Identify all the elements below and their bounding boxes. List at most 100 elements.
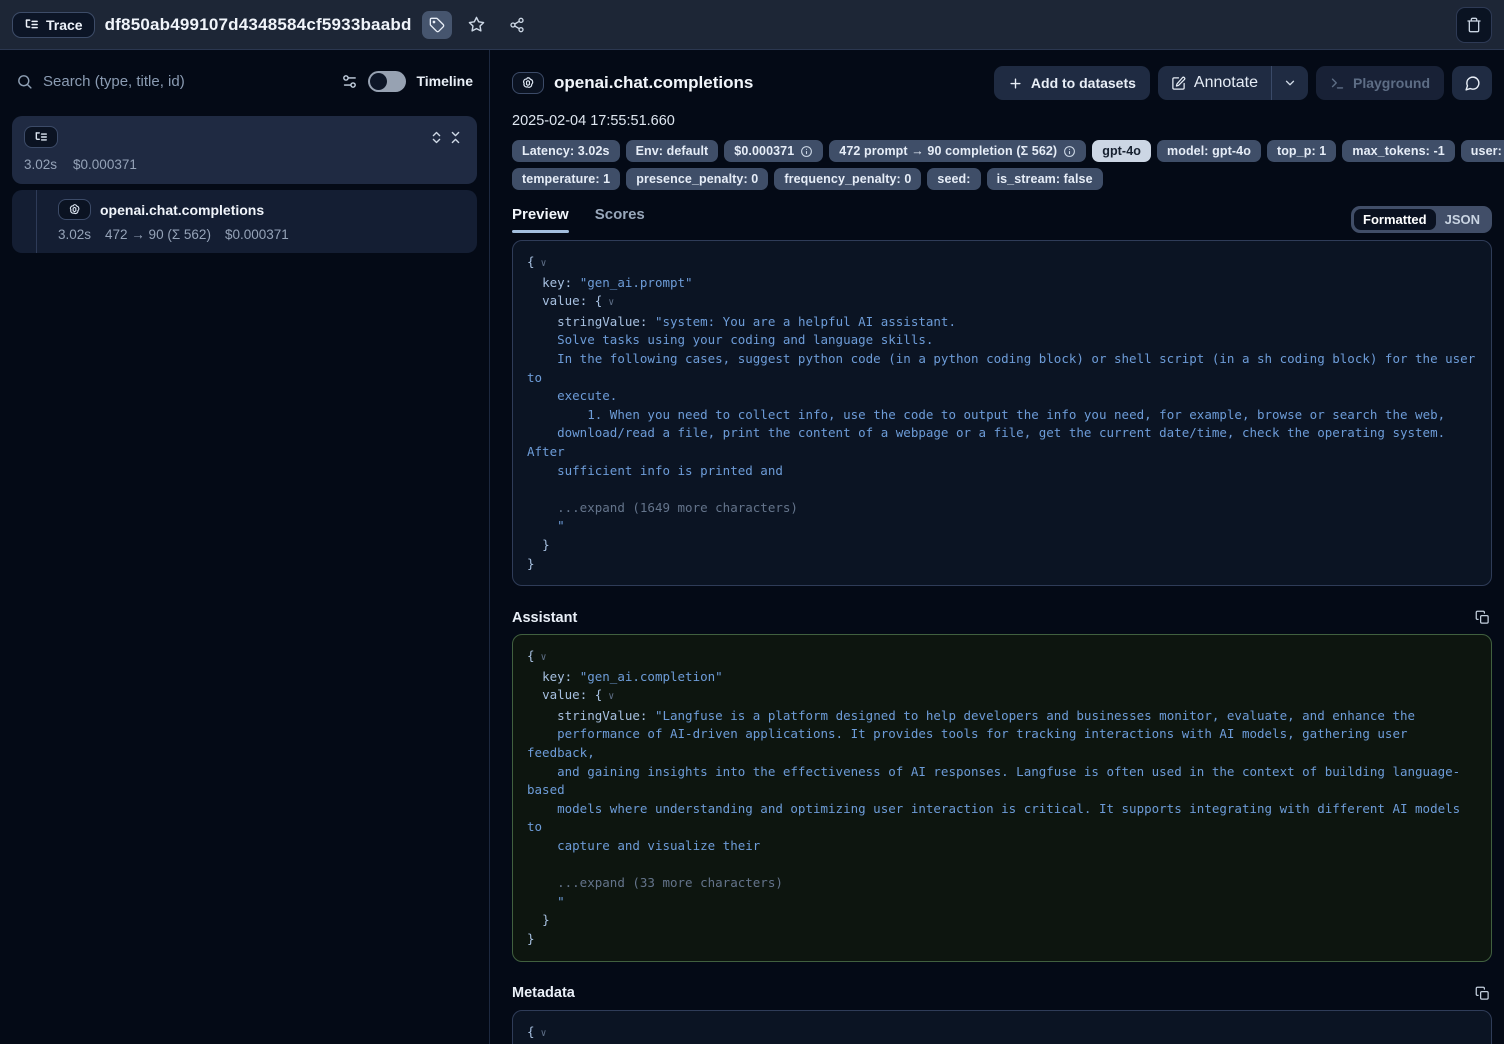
observation-detail-panel: openai.chat.completions Add to datasets … bbox=[490, 50, 1504, 1044]
delete-trace-button[interactable] bbox=[1456, 7, 1492, 43]
seed-badge: seed: bbox=[927, 168, 980, 190]
is-stream-badge: is_stream: false bbox=[987, 168, 1103, 190]
trace-metrics: 3.02s $0.000371 bbox=[24, 157, 465, 172]
toggle-knob bbox=[370, 73, 387, 90]
json-option[interactable]: JSON bbox=[1436, 209, 1489, 230]
model-param-badge: model: gpt-4o bbox=[1157, 140, 1261, 162]
tab-scores[interactable]: Scores bbox=[595, 206, 645, 233]
metadata-section-title: Metadata bbox=[512, 985, 575, 1001]
observation-tokens: 472 → 90 (Σ 562) bbox=[105, 227, 211, 242]
observation-duration: 3.02s bbox=[58, 227, 91, 242]
chevron-down-icon bbox=[1283, 76, 1297, 90]
list-tree-icon bbox=[34, 130, 48, 144]
metadata-section-header: Metadata bbox=[512, 984, 1492, 1003]
star-button[interactable] bbox=[462, 11, 492, 39]
expand-all-button[interactable] bbox=[427, 128, 446, 147]
playground-label: Playground bbox=[1353, 75, 1430, 91]
metrics-badges: Latency: 3.02s Env: default $0.000371 47… bbox=[512, 140, 1504, 190]
frequency-penalty-badge: frequency_penalty: 0 bbox=[774, 168, 921, 190]
temperature-badge: temperature: 1 bbox=[512, 168, 620, 190]
list-tree-icon bbox=[24, 17, 39, 32]
trace-node-badge bbox=[24, 126, 58, 148]
filter-settings-button[interactable] bbox=[341, 73, 358, 90]
trace-tree-root[interactable]: 3.02s $0.000371 bbox=[12, 116, 477, 184]
annotate-button-group: Annotate bbox=[1158, 66, 1308, 100]
trace-type-label: Trace bbox=[46, 17, 83, 33]
tree-item-observation[interactable]: openai.chat.completions 3.02s 472 → 90 (… bbox=[12, 190, 477, 253]
expand-link[interactable]: ...expand (33 more characters) bbox=[527, 875, 783, 890]
search-row: Timeline bbox=[12, 64, 477, 98]
assistant-section-header: Assistant bbox=[512, 608, 1492, 627]
timeline-label: Timeline bbox=[416, 73, 473, 89]
copy-assistant-button[interactable] bbox=[1473, 608, 1492, 627]
info-icon bbox=[1063, 145, 1076, 158]
formatted-option[interactable]: Formatted bbox=[1354, 209, 1436, 230]
trace-type-badge: Trace bbox=[12, 12, 95, 38]
trace-duration: 3.02s bbox=[24, 157, 57, 172]
trace-id: df850ab499107d4348584cf5933baabd bbox=[105, 15, 412, 35]
sliders-icon bbox=[341, 73, 358, 90]
latency-badge: Latency: 3.02s bbox=[512, 140, 620, 162]
search-icon bbox=[16, 73, 33, 90]
top-bar: Trace df850ab499107d4348584cf5933baabd bbox=[0, 0, 1504, 50]
tab-preview[interactable]: Preview bbox=[512, 206, 569, 233]
observation-cost: $0.000371 bbox=[225, 227, 289, 242]
timeline-toggle[interactable] bbox=[368, 71, 406, 92]
annotate-button[interactable]: Annotate bbox=[1158, 66, 1271, 100]
share-button[interactable] bbox=[502, 11, 532, 39]
observation-header: openai.chat.completions Add to datasets … bbox=[512, 66, 1492, 100]
model-link-badge[interactable]: gpt-4o bbox=[1092, 140, 1151, 162]
trace-cost: $0.000371 bbox=[73, 157, 137, 172]
tokens-badge[interactable]: 472 prompt → 90 completion (Σ 562) bbox=[829, 140, 1086, 162]
observation-timestamp: 2025-02-04 17:55:51.660 bbox=[512, 113, 1492, 129]
tag-button[interactable] bbox=[422, 11, 452, 39]
active-tab-indicator bbox=[512, 230, 569, 233]
cost-badge[interactable]: $0.000371 bbox=[724, 140, 823, 162]
trash-icon bbox=[1466, 17, 1482, 33]
json-viewer-completion: { ∨ key: "gen_ai.completion" value: { ∨ … bbox=[512, 634, 1492, 962]
top-p-badge: top_p: 1 bbox=[1267, 140, 1336, 162]
observation-metrics: 3.02s 472 → 90 (Σ 562) $0.000371 bbox=[58, 227, 465, 242]
json-viewer-metadata: { ∨ attributes: {...} 21 Items resourceA… bbox=[512, 1010, 1492, 1044]
info-icon bbox=[800, 145, 813, 158]
generation-badge bbox=[512, 72, 544, 94]
terminal-icon bbox=[1330, 76, 1345, 91]
page-title: openai.chat.completions bbox=[554, 73, 753, 93]
copy-icon bbox=[1475, 610, 1490, 625]
annotate-label: Annotate bbox=[1194, 74, 1258, 92]
assistant-section-title: Assistant bbox=[512, 610, 577, 626]
copy-metadata-button[interactable] bbox=[1473, 984, 1492, 1003]
openai-icon bbox=[521, 76, 535, 90]
add-to-datasets-label: Add to datasets bbox=[1031, 75, 1136, 91]
star-icon bbox=[468, 16, 485, 33]
view-mode-toggle: Formatted JSON bbox=[1351, 206, 1492, 233]
chevrons-down-up-icon bbox=[448, 130, 463, 145]
expand-link[interactable]: ...expand (1649 more characters) bbox=[527, 500, 798, 515]
json-viewer-prompt: { ∨ key: "gen_ai.prompt" value: { ∨ stri… bbox=[512, 240, 1492, 586]
observation-title: openai.chat.completions bbox=[100, 202, 264, 218]
user-badge: user: bbox=[1461, 140, 1504, 162]
header-actions: Add to datasets Annotate bbox=[994, 66, 1492, 100]
collapse-all-button[interactable] bbox=[446, 128, 465, 147]
generation-node-badge bbox=[58, 199, 91, 220]
copy-icon bbox=[1475, 986, 1490, 1001]
search-input[interactable] bbox=[43, 73, 331, 90]
max-tokens-badge: max_tokens: -1 bbox=[1342, 140, 1454, 162]
comments-button[interactable] bbox=[1452, 66, 1492, 100]
share-icon bbox=[509, 17, 525, 33]
trace-card-top bbox=[24, 126, 465, 148]
env-badge: Env: default bbox=[626, 140, 719, 162]
openai-icon bbox=[68, 203, 81, 216]
playground-button[interactable]: Playground bbox=[1316, 66, 1444, 100]
tree-guide-line bbox=[36, 190, 37, 253]
presence-penalty-badge: presence_penalty: 0 bbox=[626, 168, 768, 190]
trace-tree-sidebar: Timeline bbox=[0, 50, 490, 1044]
add-to-datasets-button[interactable]: Add to datasets bbox=[994, 66, 1150, 100]
observation-row-top: openai.chat.completions bbox=[58, 199, 465, 220]
comment-bubble-icon bbox=[1464, 75, 1481, 92]
tag-icon bbox=[429, 17, 445, 33]
tabs-row: Preview Scores Formatted JSON bbox=[512, 206, 1492, 233]
chevrons-up-down-icon bbox=[429, 130, 444, 145]
annotate-dropdown-button[interactable] bbox=[1272, 66, 1308, 100]
plus-icon bbox=[1008, 76, 1023, 91]
